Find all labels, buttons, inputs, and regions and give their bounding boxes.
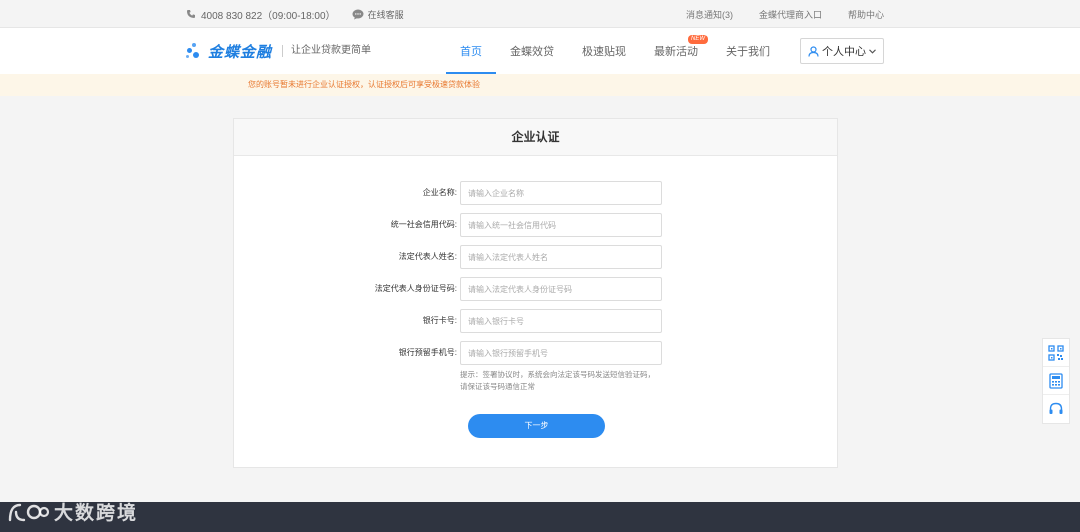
qr-code-icon — [1048, 344, 1064, 361]
legal-rep-id-input[interactable] — [460, 277, 662, 301]
auth-notice-text: 您的账号暂未进行企业认证授权，认证授权后可享受极速贷款体验 — [248, 80, 480, 89]
phone-icon — [187, 10, 195, 18]
watermark: 大数跨境 — [6, 498, 138, 525]
legal-rep-id-row: 法定代表人身份证号码: — [234, 277, 839, 301]
credit-code-label: 统一社会信用代码: — [390, 220, 457, 229]
messages-link[interactable]: 消息通知(3) — [686, 8, 733, 21]
credit-code-row: 统一社会信用代码: — [234, 213, 839, 237]
logo-text: 金蝶金融 — [208, 43, 273, 61]
main-nav: 首页 金蝶效贷 极速贴现 最新活动 NEW 关于我们 — [446, 28, 784, 74]
bank-phone-label: 银行预留手机号: — [398, 348, 457, 357]
bank-card-input[interactable] — [460, 309, 662, 333]
nav-about-us[interactable]: 关于我们 — [712, 28, 784, 74]
bank-phone-row: 银行预留手机号: — [234, 341, 839, 365]
hotline-number: 4008 830 822（09:00-18:00） — [201, 10, 336, 22]
footer — [0, 502, 1080, 532]
enterprise-auth-card: 企业认证 企业名称: 统一社会信用代码: 法定代表人姓名: 法定代表人身份证号码… — [233, 118, 838, 468]
customer-service-button[interactable] — [1043, 395, 1069, 423]
next-step-button[interactable]: 下一步 — [468, 414, 605, 438]
bank-phone-input[interactable] — [460, 341, 662, 365]
nav-home[interactable]: 首页 — [446, 28, 496, 74]
nav-latest-events[interactable]: 最新活动 NEW — [640, 28, 712, 74]
legal-rep-name-input[interactable] — [460, 245, 662, 269]
legal-rep-id-label: 法定代表人身份证号码: — [374, 284, 457, 293]
bank-card-label: 银行卡号: — [422, 316, 457, 325]
chevron-down-icon — [869, 48, 876, 54]
legal-rep-name-row: 法定代表人姓名: — [234, 245, 839, 269]
company-name-label: 企业名称: — [422, 188, 457, 197]
user-center-label: 个人中心 — [822, 46, 866, 58]
headset-icon — [1049, 402, 1063, 414]
chat-icon — [352, 9, 364, 19]
company-name-row: 企业名称: — [234, 181, 839, 205]
hotline: 4008 830 822（09:00-18:00） — [186, 7, 336, 22]
nav-fast-discount[interactable]: 极速贴现 — [568, 28, 640, 74]
auth-notice-bar: 您的账号暂未进行企业认证授权，认证授权后可享受极速贷款体验 — [0, 74, 1080, 96]
new-badge: NEW — [688, 35, 708, 44]
nav-kingdee-loan[interactable]: 金蝶效贷 — [496, 28, 568, 74]
slogan: 让企业贷款更简单 — [282, 45, 371, 57]
agent-portal-link[interactable]: 金蝶代理商入口 — [759, 8, 822, 21]
top-info-bar: 4008 830 822（09:00-18:00） 在线客服 消息通知(3) 金… — [0, 0, 1080, 28]
bank-card-row: 银行卡号: — [234, 309, 839, 333]
calculator-button[interactable] — [1043, 367, 1069, 395]
user-icon — [808, 45, 819, 57]
help-center-link[interactable]: 帮助中心 — [848, 8, 884, 21]
company-name-input[interactable] — [460, 181, 662, 205]
online-service-label: 在线客服 — [367, 9, 404, 20]
online-service-link[interactable]: 在线客服 — [352, 8, 404, 21]
logo-icon — [186, 42, 204, 60]
calculator-icon — [1049, 372, 1063, 389]
card-title: 企业认证 — [234, 119, 837, 156]
credit-code-input[interactable] — [460, 213, 662, 237]
qr-code-button[interactable] — [1043, 339, 1069, 367]
watermark-logo-icon — [8, 503, 50, 521]
legal-rep-name-label: 法定代表人姓名: — [398, 252, 457, 261]
form-tip: 提示：签署协议时，系统会向法定该号码发送短信验证码，请保证该号码通信正常 — [460, 370, 655, 391]
floating-toolbar — [1042, 338, 1070, 424]
main-header: 金蝶金融 让企业贷款更简单 首页 金蝶效贷 极速贴现 最新活动 NEW 关于我们… — [0, 28, 1080, 74]
watermark-text: 大数跨境 — [54, 503, 139, 524]
logo[interactable]: 金蝶金融 — [186, 41, 272, 62]
user-center-button[interactable]: 个人中心 — [800, 38, 884, 64]
